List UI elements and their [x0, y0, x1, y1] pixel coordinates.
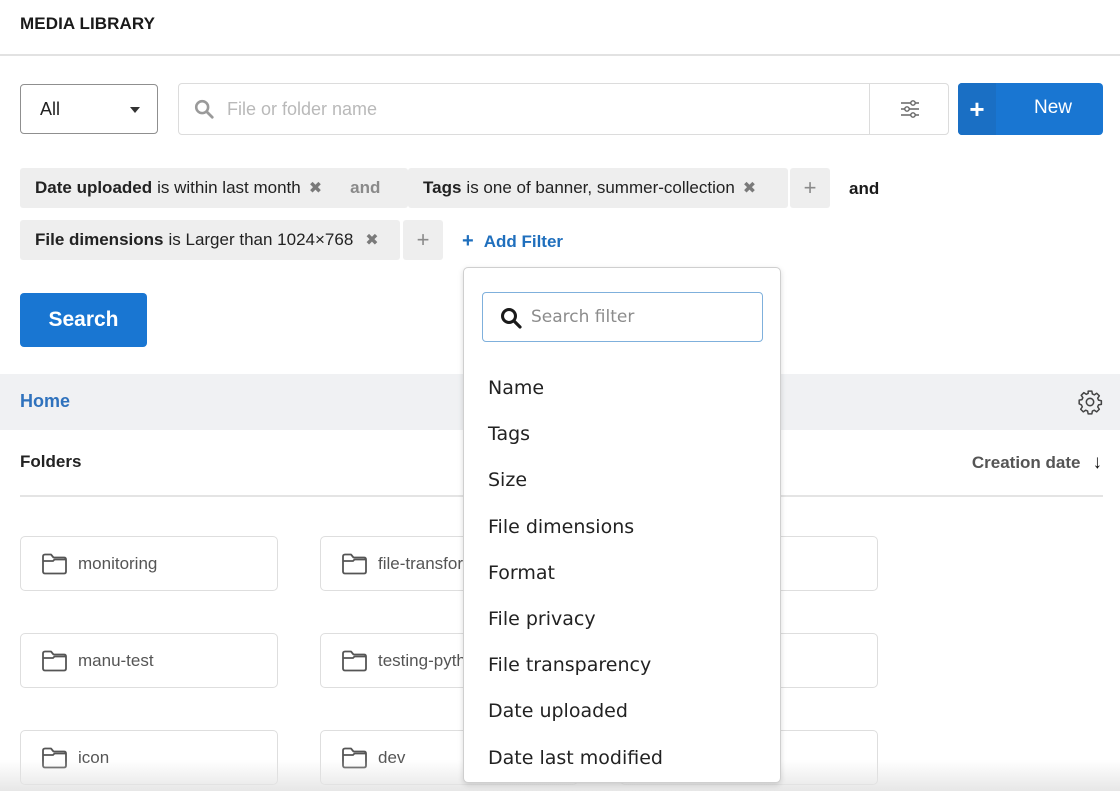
plus-icon: +	[958, 83, 996, 135]
arrow-down-icon: ↓	[1092, 452, 1103, 473]
search-icon	[194, 99, 214, 119]
filter-search-input[interactable]	[531, 303, 751, 331]
filter-option[interactable]: Date uploaded	[488, 700, 628, 722]
caret-down-icon	[130, 107, 140, 113]
filter-condition: is one of banner, summer-collection	[466, 178, 735, 197]
filter-group-joiner: and	[849, 179, 880, 198]
folder-icon	[42, 553, 67, 575]
filter-option[interactable]: Date last modified	[488, 747, 663, 769]
folder-name: monitoring	[78, 554, 158, 573]
new-button-label: New	[1034, 97, 1073, 118]
plus-icon: +	[462, 230, 474, 252]
sort-label: Creation date	[971, 453, 1081, 472]
filter-chip-date-uploaded[interactable]: Date uploaded is within last month ✖ and	[20, 168, 408, 208]
remove-filter-icon[interactable]: ✖	[743, 178, 756, 198]
add-filter-label: Add Filter	[483, 232, 564, 251]
filter-chip-file-dimensions[interactable]: File dimensions is Larger than 1024×768 …	[20, 220, 400, 260]
filter-field: Date uploaded	[35, 178, 153, 197]
page-title: MEDIA LIBRARY	[20, 14, 156, 33]
folder-card[interactable]: icon	[20, 730, 278, 785]
folder-name: dev	[378, 748, 406, 767]
app-header: MEDIA LIBRARY	[0, 0, 1120, 56]
folder-icon	[342, 650, 367, 672]
filter-option[interactable]: Format	[488, 562, 555, 584]
new-button[interactable]: + New	[958, 83, 1103, 135]
filter-option[interactable]: File transparency	[488, 654, 651, 676]
remove-filter-icon[interactable]: ✖	[309, 178, 322, 198]
remove-filter-icon[interactable]: ✖	[365, 230, 378, 250]
filter-field: File dimensions	[35, 230, 164, 249]
sort-creation-date[interactable]: Creation date ↓	[972, 452, 1102, 474]
search-bar	[178, 83, 949, 135]
filter-joiner: and	[350, 178, 381, 197]
sliders-icon	[900, 100, 919, 118]
folder-icon	[342, 553, 367, 575]
filter-field: Tags	[423, 178, 462, 197]
filter-condition: is Larger than 1024×768	[168, 230, 354, 249]
search-input[interactable]	[227, 94, 857, 124]
filter-dropdown: Name Tags Size File dimensions Format File pr…	[463, 267, 781, 783]
add-filter-button[interactable]: + Add Filter	[462, 230, 563, 253]
filter-condition: is within last month	[157, 178, 301, 197]
gear-icon[interactable]	[1077, 389, 1103, 415]
breadcrumb-home[interactable]: Home	[20, 391, 70, 412]
filter-search-field	[482, 292, 763, 342]
folders-heading: Folders	[20, 452, 82, 471]
filter-settings-button[interactable]	[869, 84, 949, 134]
folder-card[interactable]: manu-test	[20, 633, 278, 688]
folder-name: icon	[78, 748, 110, 767]
filter-option[interactable]: Size	[488, 469, 527, 491]
folder-icon	[342, 747, 367, 769]
filter-chip-tags[interactable]: Tags is one of banner, summer-collection…	[408, 168, 788, 208]
folder-icon	[42, 650, 67, 672]
filter-option[interactable]: File dimensions	[488, 516, 634, 538]
folder-card[interactable]: monitoring	[20, 536, 278, 591]
folder-name: manu-test	[78, 651, 154, 670]
add-or-condition-button[interactable]: +	[790, 168, 830, 208]
type-select-value: All	[40, 99, 61, 119]
filter-option[interactable]: Tags	[488, 423, 530, 445]
filter-option[interactable]: Name	[488, 377, 544, 399]
filter-option[interactable]: File privacy	[488, 608, 596, 630]
type-select[interactable]: All	[20, 84, 158, 134]
search-icon	[501, 308, 522, 329]
add-or-condition-button[interactable]: +	[403, 220, 443, 260]
folder-icon	[42, 747, 67, 769]
search-button[interactable]: Search	[20, 293, 147, 347]
